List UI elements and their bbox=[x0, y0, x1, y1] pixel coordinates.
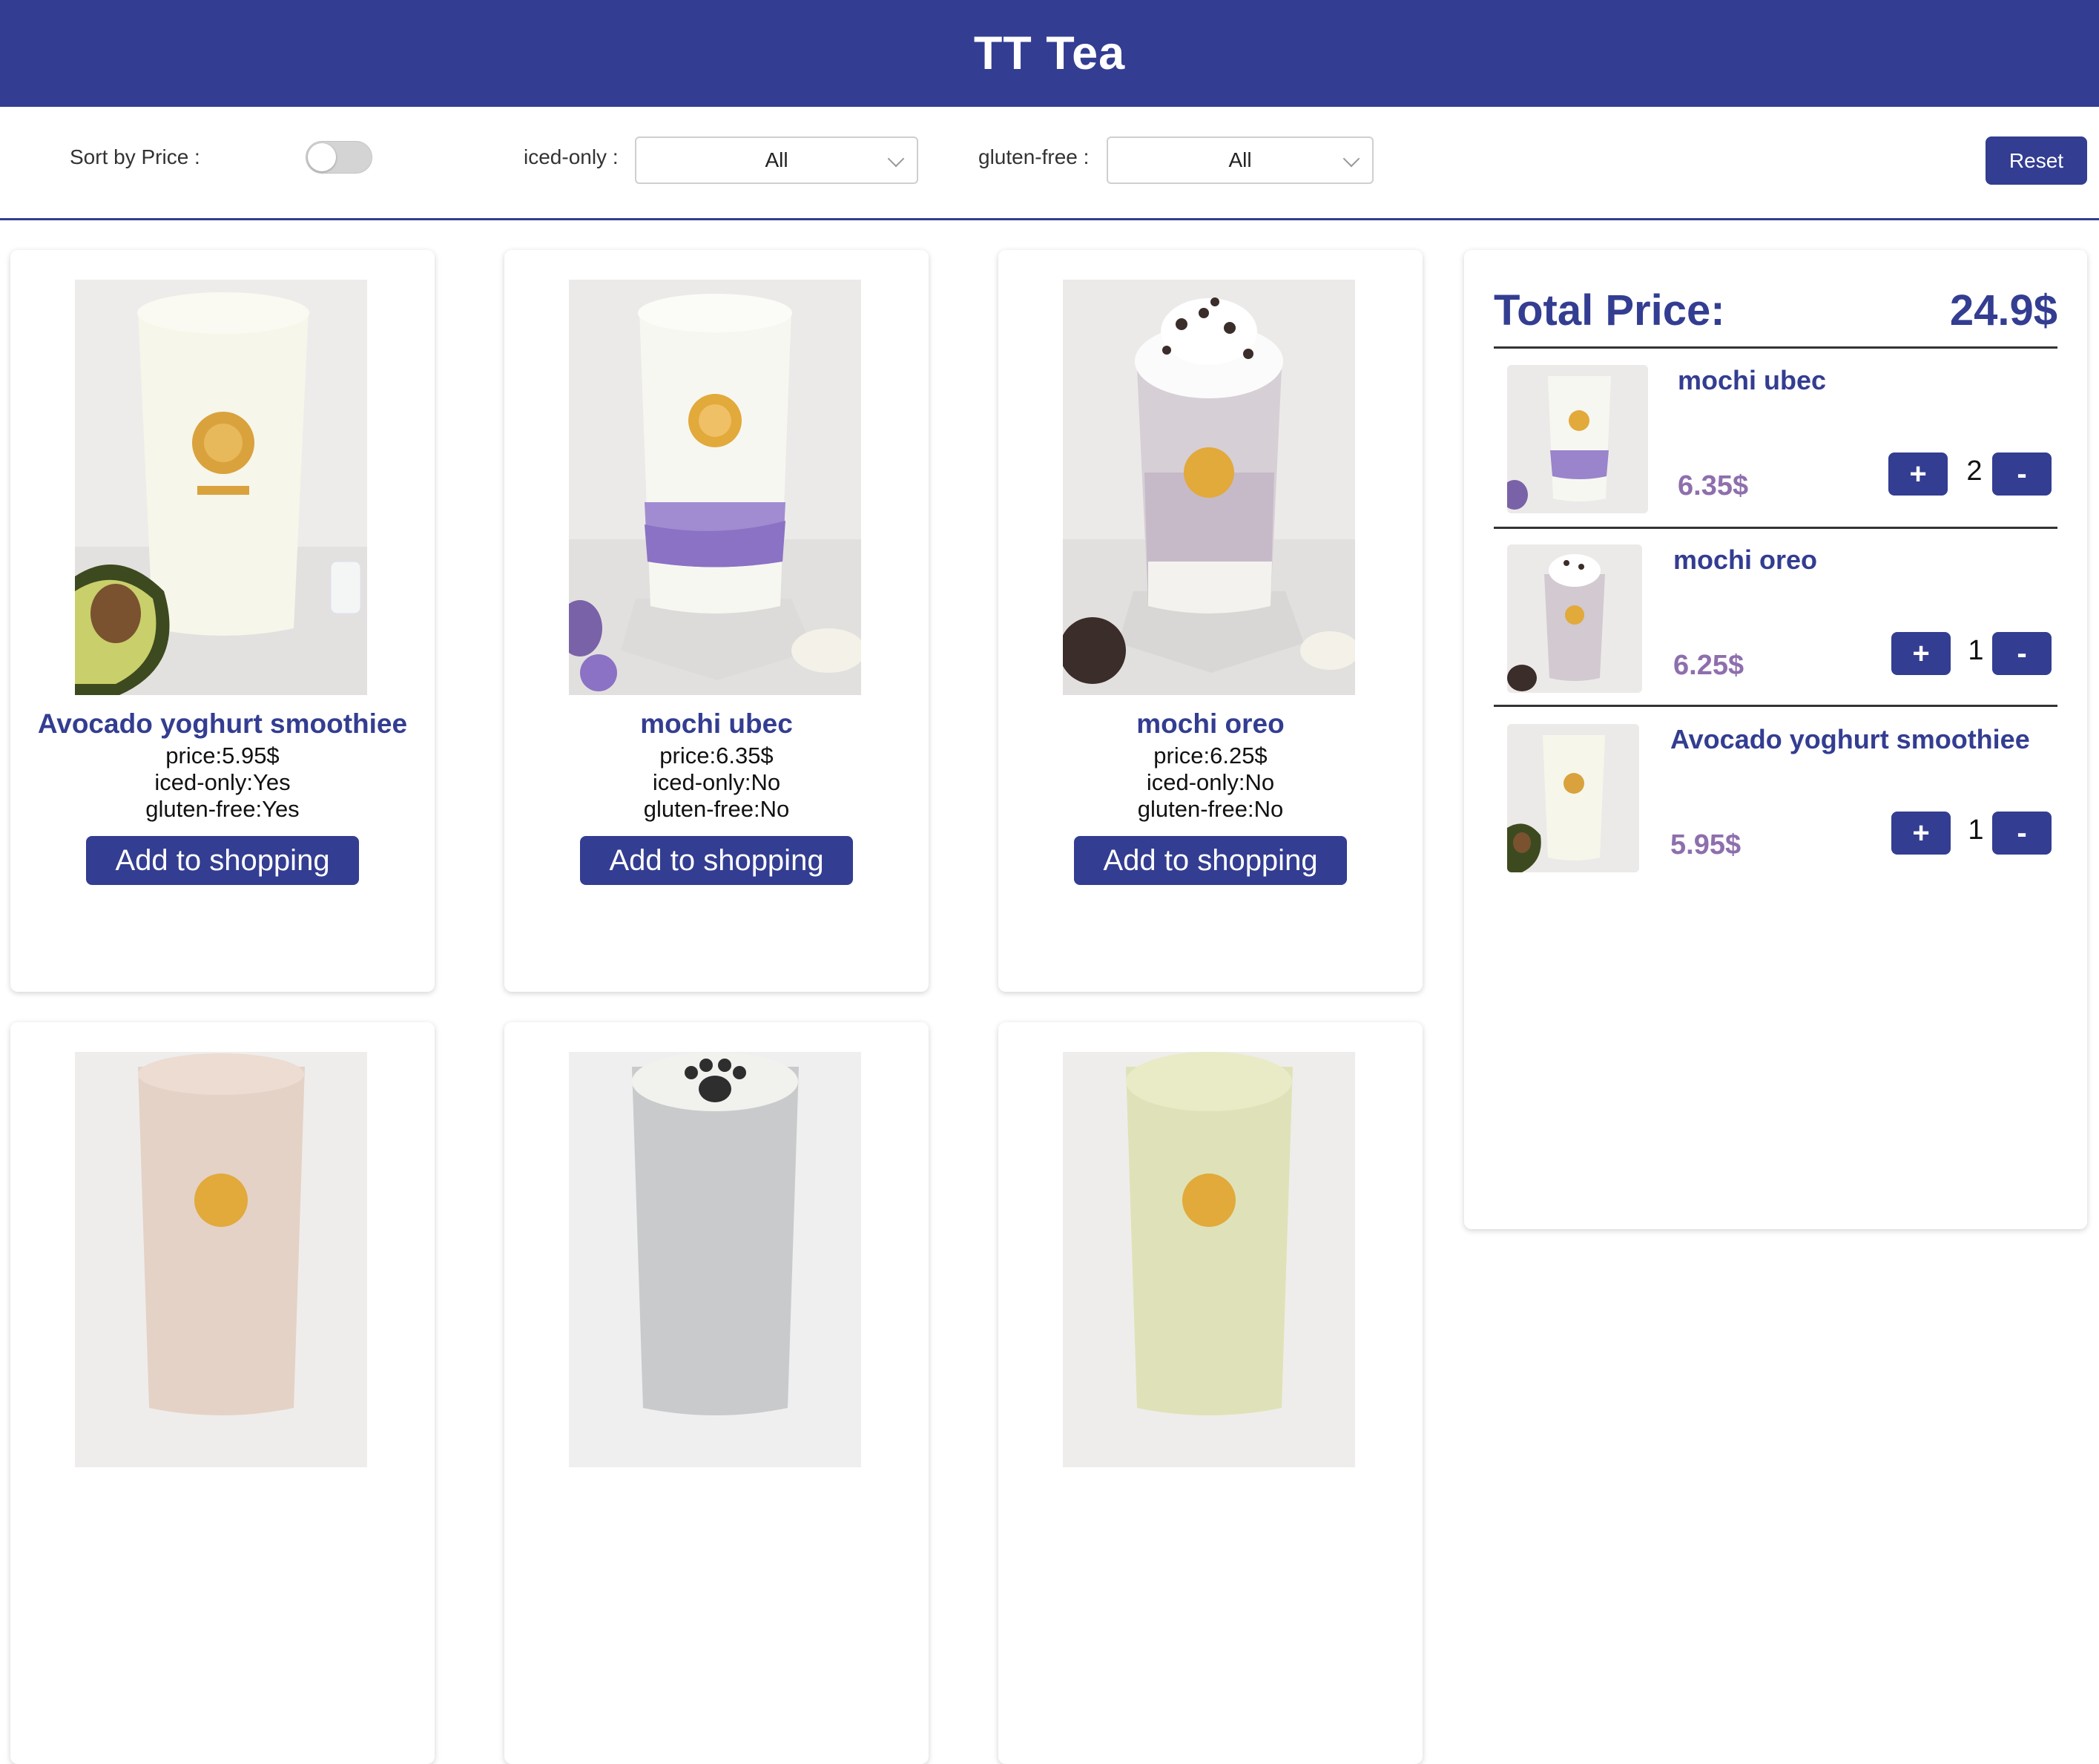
product-image bbox=[75, 1052, 367, 1467]
chevron-down-icon bbox=[1342, 150, 1360, 168]
cart-item-price: 5.95$ bbox=[1670, 829, 1742, 860]
cart-item-name: Avocado yoghurt smoothiee bbox=[1670, 724, 2030, 754]
cart-item-name: mochi oreo bbox=[1673, 544, 1818, 575]
product-card bbox=[10, 1022, 435, 1764]
product-card bbox=[998, 1022, 1423, 1764]
filter-bar: Sort by Price : iced-only : All gluten-f… bbox=[0, 107, 2099, 220]
product-gluten-free: gluten-free:No bbox=[643, 796, 790, 822]
product-iced-only: iced-only:No bbox=[1146, 769, 1275, 795]
cart-item-image bbox=[1507, 365, 1648, 513]
gluten-free-label: gluten-free : bbox=[978, 145, 1090, 168]
cart-item-price: 6.25$ bbox=[1673, 650, 1744, 681]
product-price: price:6.35$ bbox=[659, 743, 774, 769]
product-card bbox=[504, 1022, 929, 1764]
product-card: mochi ubec price:6.35$ iced-only:No glut… bbox=[504, 250, 929, 992]
product-name: mochi oreo bbox=[1136, 708, 1285, 739]
product-image bbox=[1063, 1052, 1355, 1467]
cart-item: Avocado yoghurt smoothiee 5.95$ + 1 - bbox=[1494, 709, 2057, 887]
iced-only-label: iced-only : bbox=[524, 145, 619, 168]
cart-item-image bbox=[1507, 724, 1639, 872]
product-gluten-free: gluten-free:Yes bbox=[145, 796, 300, 822]
total-price-label: Total Price: bbox=[1494, 286, 1725, 335]
toggle-knob bbox=[308, 143, 336, 171]
total-price-value: 24.9$ bbox=[1949, 286, 2057, 335]
cart-item: mochi ubec 6.35$ + 2 - bbox=[1494, 350, 2057, 528]
cart-item-quantity: 2 bbox=[1966, 455, 1983, 487]
sort-by-price-label: Sort by Price : bbox=[70, 145, 200, 168]
divider bbox=[1494, 346, 2057, 349]
cart-item-quantity: 1 bbox=[1968, 814, 1984, 846]
cart-item-name: mochi ubec bbox=[1678, 365, 1827, 395]
shopping-cart-panel: Total Price: 24.9$ mochi ubec 6.35$ + 2 … bbox=[1464, 250, 2087, 1229]
product-image bbox=[569, 280, 861, 695]
add-to-shopping-button[interactable]: Add to shopping bbox=[86, 836, 359, 885]
iced-only-select[interactable]: All bbox=[635, 136, 918, 184]
product-card: Avocado yoghurt smoothiee price:5.95$ ic… bbox=[10, 250, 435, 992]
product-image bbox=[569, 1052, 861, 1467]
app-title: TT Tea bbox=[973, 27, 1126, 79]
iced-only-value: All bbox=[765, 148, 788, 171]
add-to-shopping-button[interactable]: Add to shopping bbox=[1074, 836, 1347, 885]
divider bbox=[1494, 705, 2057, 707]
cart-item: mochi oreo 6.25$ + 1 - bbox=[1494, 530, 2057, 708]
gluten-free-select[interactable]: All bbox=[1107, 136, 1374, 184]
product-image bbox=[75, 280, 367, 695]
app-header: TT Tea bbox=[0, 0, 2099, 107]
product-price: price:6.25$ bbox=[1153, 743, 1268, 769]
cart-item-price: 6.35$ bbox=[1678, 470, 1749, 501]
add-to-shopping-button[interactable]: Add to shopping bbox=[580, 836, 853, 885]
increase-quantity-button[interactable]: + bbox=[1891, 632, 1951, 675]
product-iced-only: iced-only:No bbox=[652, 769, 781, 795]
divider bbox=[1494, 527, 2057, 529]
chevron-down-icon bbox=[887, 150, 905, 168]
decrease-quantity-button[interactable]: - bbox=[1992, 812, 2052, 855]
product-gluten-free: gluten-free:No bbox=[1137, 796, 1284, 822]
reset-button[interactable]: Reset bbox=[1986, 136, 2087, 185]
product-price: price:5.95$ bbox=[165, 743, 280, 769]
increase-quantity-button[interactable]: + bbox=[1891, 812, 1951, 855]
product-iced-only: iced-only:Yes bbox=[154, 769, 291, 795]
product-name: mochi ubec bbox=[640, 708, 793, 739]
cart-item-image bbox=[1507, 544, 1642, 693]
increase-quantity-button[interactable]: + bbox=[1888, 452, 1948, 496]
decrease-quantity-button[interactable]: - bbox=[1992, 632, 2052, 675]
gluten-free-value: All bbox=[1228, 148, 1252, 171]
product-image bbox=[1063, 280, 1355, 695]
cart-item-quantity: 1 bbox=[1968, 635, 1984, 666]
product-name: Avocado yoghurt smoothiee bbox=[37, 708, 408, 739]
decrease-quantity-button[interactable]: - bbox=[1992, 452, 2052, 496]
product-card: mochi oreo price:6.25$ iced-only:No glut… bbox=[998, 250, 1423, 992]
sort-by-price-toggle[interactable] bbox=[306, 141, 372, 174]
